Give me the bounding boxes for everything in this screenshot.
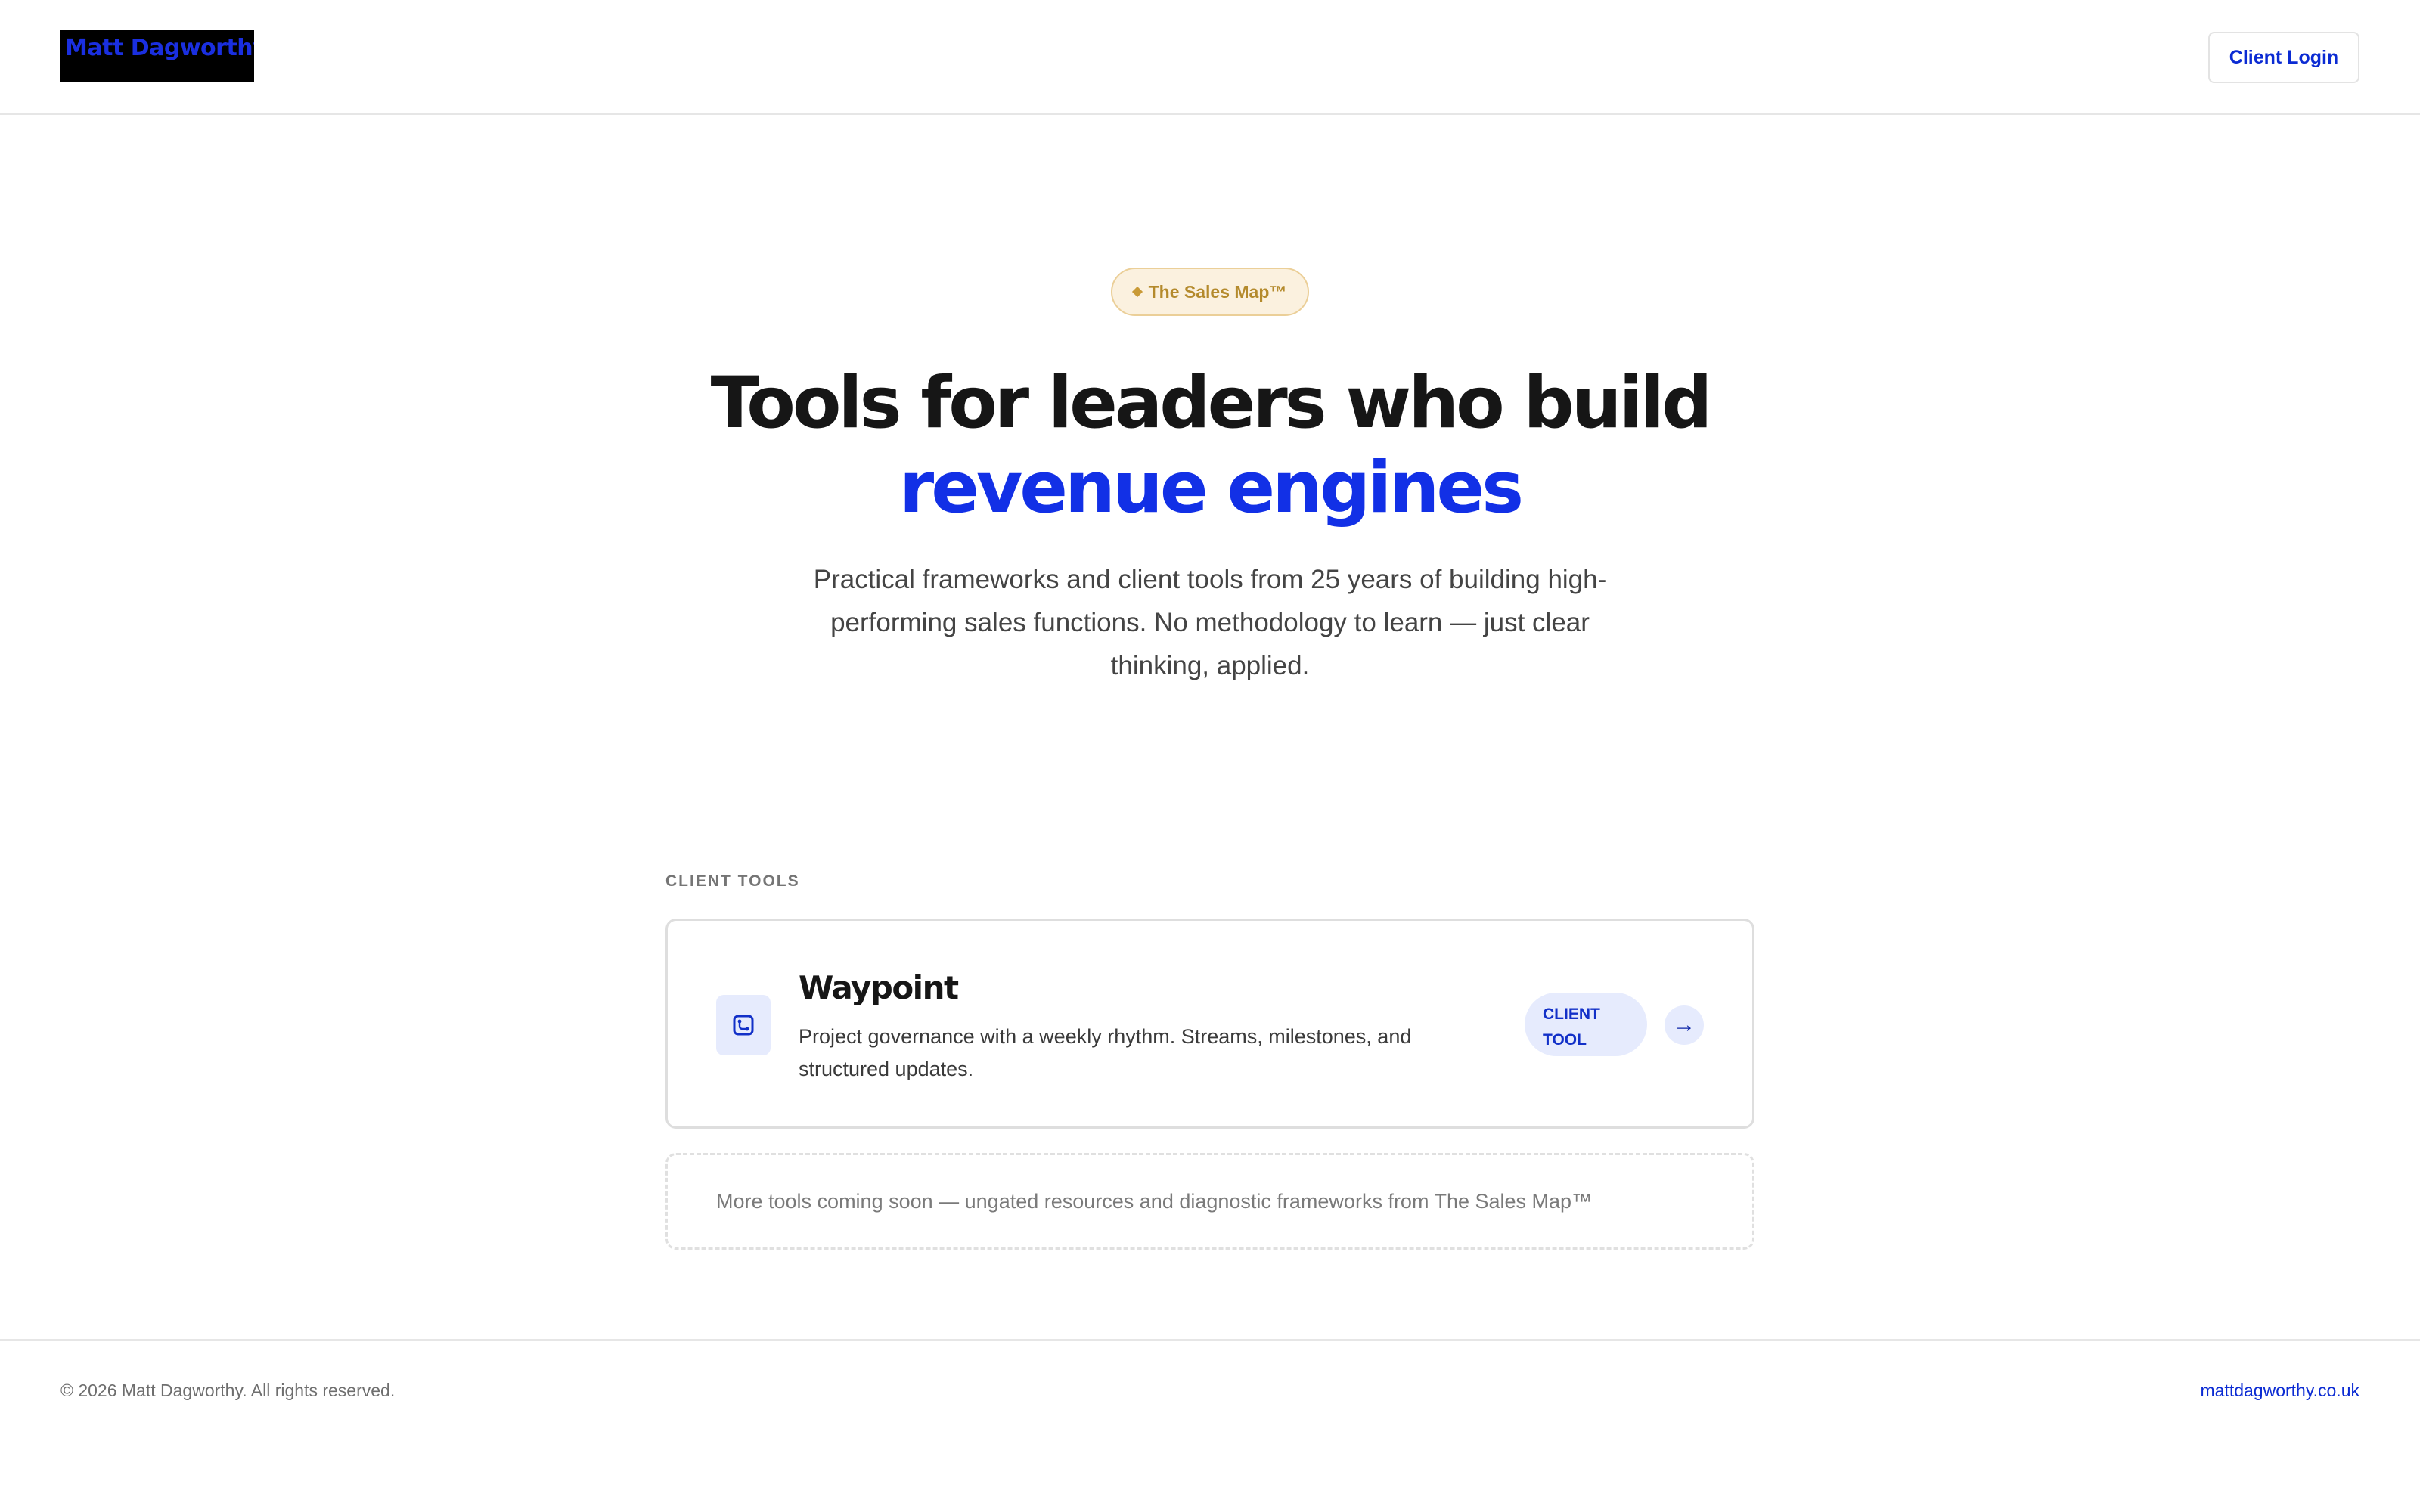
site-header: Matt Dagworthy Client Login (0, 0, 2420, 115)
website-link[interactable]: mattdagworthy.co.uk (2200, 1380, 2360, 1401)
client-tool-badge-line1: CLIENT (1543, 1005, 1600, 1023)
client-tool-badge: CLIENT TOOL (1525, 993, 1647, 1056)
hero-headline: Tools for leaders who build revenue engi… (0, 361, 2420, 531)
hero-subtitle: Practical frameworks and client tools fr… (813, 565, 1607, 680)
diamond-icon (1131, 286, 1143, 298)
client-login-button[interactable]: Client Login (2208, 32, 2360, 83)
client-tool-badge-line2: TOOL (1543, 1031, 1587, 1049)
client-tools-label: CLIENT TOOLS (666, 872, 800, 890)
footer-divider (0, 1339, 2420, 1341)
waypoint-tool-name: Waypoint (799, 969, 959, 1006)
waypoint-tool-card[interactable]: Waypoint Project governance with a weekl… (666, 919, 1754, 1129)
coming-soon-note: More tools coming soon — ungated resourc… (666, 1153, 1754, 1250)
sales-map-badge: The Sales Map™ (1111, 268, 1309, 316)
site-logo[interactable]: Matt Dagworthy (60, 30, 254, 82)
arrow-right-icon[interactable]: → (1665, 1005, 1704, 1045)
waypoint-icon (716, 995, 771, 1055)
sales-map-badge-label: The Sales Map™ (1148, 281, 1287, 302)
copyright-text: © 2026 Matt Dagworthy. All rights reserv… (60, 1380, 396, 1400)
hero-headline-line1: Tools for leaders who build (710, 362, 1713, 445)
hero-headline-accent: revenue engines (898, 447, 1524, 529)
waypoint-tool-description: Project governance with a weekly rhythm.… (799, 1025, 1412, 1080)
